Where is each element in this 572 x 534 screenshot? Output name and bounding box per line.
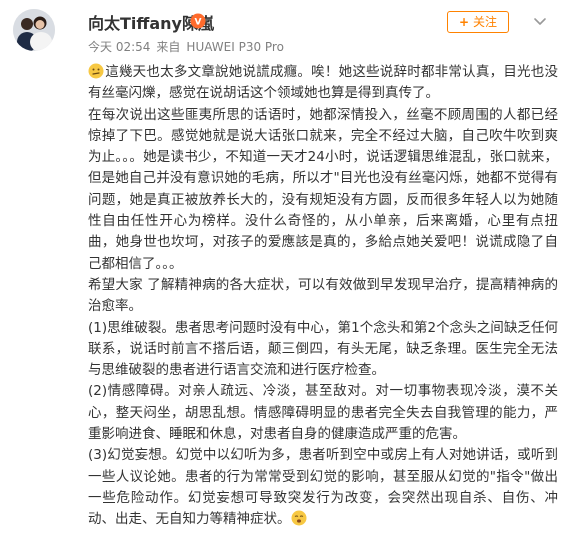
yawn-face-emoji	[291, 510, 307, 526]
post-meta: 今天 02:54 来自 HUAWEI P30 Pro	[88, 38, 290, 55]
avatar[interactable]	[13, 9, 55, 51]
source-prefix: 来自	[156, 40, 181, 54]
chevron-down-icon[interactable]	[532, 13, 548, 29]
follow-button[interactable]: + 关注	[447, 11, 509, 33]
paragraph-text: (3)幻觉妄想。幻觉中以幻听为多，患者听到空中或房上有人对她讲话，或听到一些人议…	[88, 447, 558, 528]
device-name: HUAWEI P30 Pro	[186, 40, 284, 54]
post-paragraph: 希望大家 了解精神病的各大症状，可以有效做到早发现早治疗，提高精神病的治愈率。	[88, 276, 558, 315]
post-paragraph: 在每次说出这些匪夷所思的话语时，她都深情投入，丝毫不顾周围的人都已经惊掉了下巴。…	[88, 106, 558, 272]
post-paragraph: (1)思维破裂。患者思考问题时没有中心，第1个念头和第2个念头之间缺乏任何联系，…	[88, 319, 558, 379]
member-badge-icon: V	[190, 13, 206, 29]
post-paragraph: (3)幻觉妄想。幻觉中以幻听为多，患者听到空中或房上有人对她讲话，或听到一些人议…	[88, 445, 558, 530]
post-paragraph: (2)情感障碍。对亲人疏远、冷淡，甚至敌对。对一切事物表现冷淡，漠不关心，整天闷…	[88, 383, 558, 443]
post-content: 這幾天也太多文章說她说謊成癮。唉！她这些说辞时都非常认真，目光也没有丝毫闪爍，感…	[88, 62, 558, 531]
paragraph-text: 這幾天也太多文章說她说謊成癮。唉！她这些说辞时都非常认真，目光也没有丝毫闪爍，感…	[88, 64, 558, 102]
svg-text:V: V	[195, 18, 202, 28]
post-header: 向太Tiffany陳嵐 V 今天 02:54 来自 HUAWEI P30 Pro +…	[0, 0, 572, 60]
thinking-face-emoji	[88, 63, 104, 79]
post-time[interactable]: 今天 02:54	[88, 40, 150, 54]
plus-icon: +	[458, 15, 470, 29]
post-paragraph: 這幾天也太多文章說她说謊成癮。唉！她这些说辞时都非常认真，目光也没有丝毫闪爍，感…	[88, 62, 558, 105]
follow-label: 关注	[473, 15, 498, 29]
